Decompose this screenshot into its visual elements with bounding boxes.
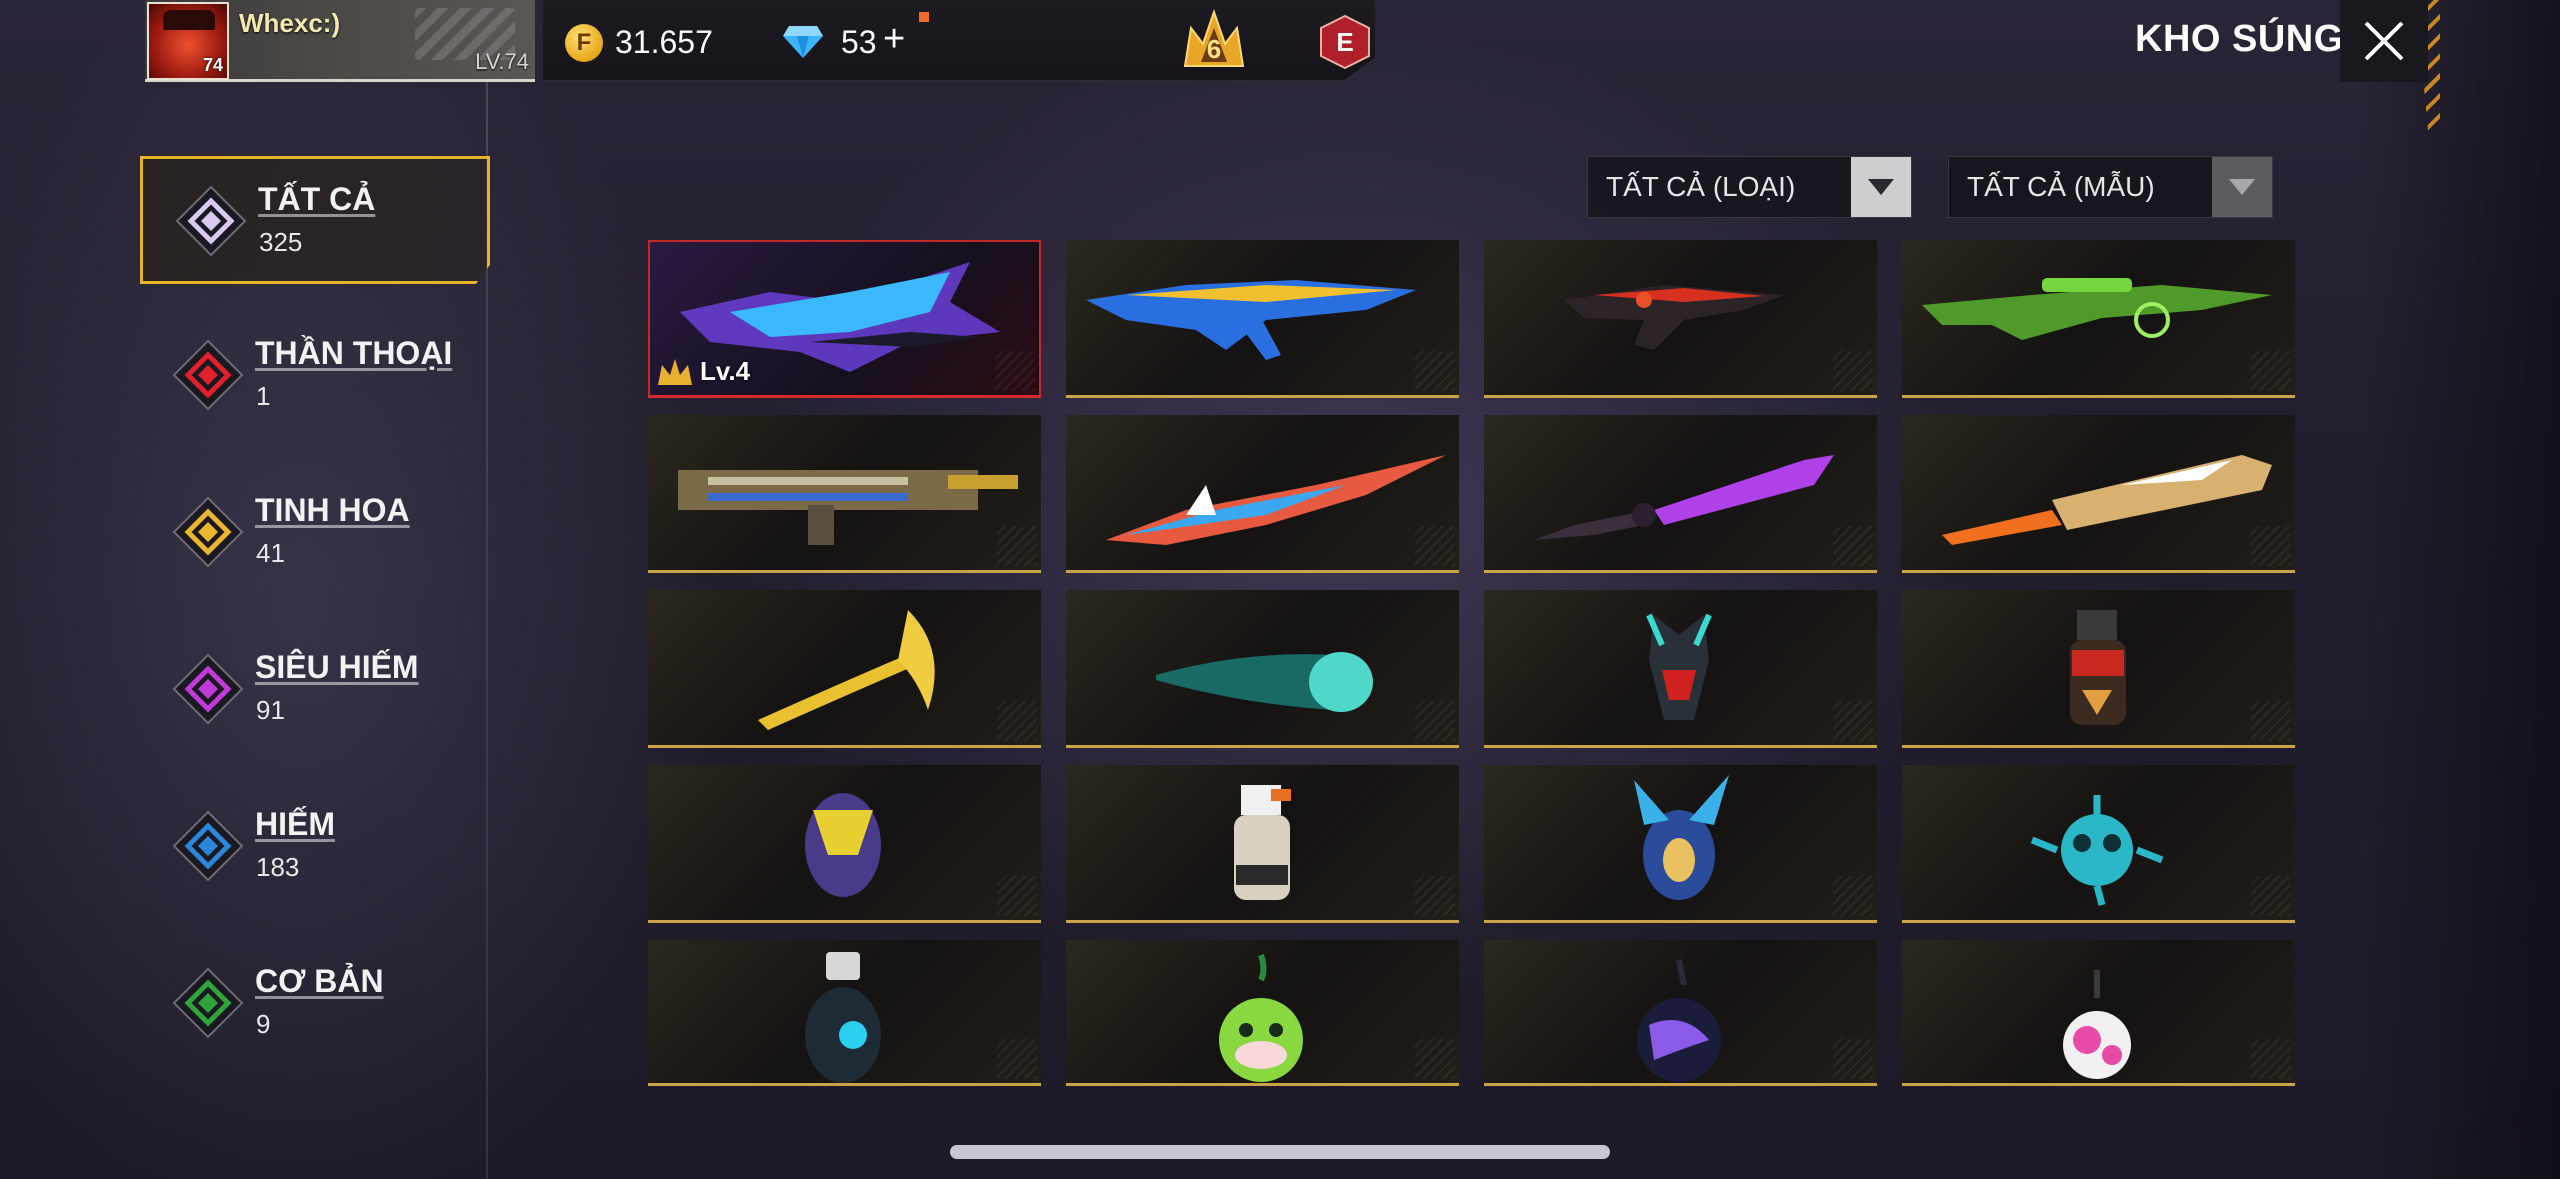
top-bar: 74 Whexc:) LV.74 F 31.657 53 + 6 E [145,0,1375,82]
avatar[interactable]: 74 [147,2,229,80]
weapon-tile[interactable] [1902,240,2295,398]
category-count: 183 [256,852,300,882]
white-canister-grenade-icon [1234,785,1291,900]
category-label: SIÊU HIẾM [255,649,419,685]
category-label: TẤT CẢ [258,181,376,217]
close-button[interactable] [2340,0,2428,82]
level-badge: Lv.4 [656,356,750,387]
gold-coin-icon: F [565,24,603,62]
page-title: KHO SÚNG [2135,18,2344,60]
evo-crown-icon [658,358,692,385]
purple-sword-icon [1534,455,1834,540]
weapon-tile[interactable] [1484,240,1877,398]
category-label: TINH HOA [255,492,410,528]
weapon-tile[interactable] [1484,940,1877,1086]
close-icon [2364,21,2404,61]
weapon-tile[interactable] [1484,415,1877,573]
weapon-tile[interactable]: Lv.4 [648,240,1041,398]
weapon-tile[interactable] [648,590,1041,748]
category-item[interactable]: SIÊU HIẾM 91 [140,627,490,755]
weapon-tile[interactable] [1902,765,2295,923]
notification-dot [919,12,929,22]
weapon-tile[interactable] [648,940,1041,1086]
weapon-tile[interactable] [1902,415,2295,573]
category-count: 41 [256,538,285,568]
currency-bar: F 31.657 53 + 6 E [543,0,1375,82]
rarity-diamond-icon [172,339,244,411]
chevron-down-icon [2229,179,2255,195]
cricket-bat-icon [1942,455,2272,545]
blue-red-blade-icon [1106,455,1446,545]
rarity-diamond-icon [175,185,247,257]
weapon-tile[interactable] [1066,415,1459,573]
style-filter-label: TẤT CẢ (MẪU) [1967,171,2155,202]
teal-fist-icon [1156,652,1373,712]
rarity-diamond-icon [172,653,244,725]
rarity-diamond-icon [172,496,244,568]
crown-rank-number: 6 [1207,34,1221,64]
type-filter-label: TẤT CẢ (LOẠI) [1606,171,1796,202]
weapon-tile[interactable] [1066,240,1459,398]
blue-gold-rifle-icon [1086,280,1416,360]
level-badge-text: Lv.4 [700,356,751,386]
elite-letter: E [1336,27,1353,57]
green-sniper-icon [1922,278,2272,340]
weapon-tile[interactable] [1484,590,1877,748]
category-label: CƠ BẢN [255,963,384,999]
frog-grenade-icon [1219,954,1303,1082]
blue-horned-grenade-icon [1634,775,1729,900]
category-count: 9 [256,1009,271,1039]
rarity-diamond-icon [172,967,244,1039]
type-filter-arrow[interactable] [1851,157,1911,217]
weapon-tile[interactable] [1484,765,1877,923]
background-vignette [2360,0,2560,1179]
chevron-down-icon [1868,179,1894,195]
category-count: 91 [256,695,285,725]
category-label: HIẾM [255,806,335,842]
player-profile[interactable]: 74 Whexc:) LV.74 [145,0,535,82]
category-count: 1 [256,381,271,411]
weapon-tile[interactable] [648,765,1041,923]
gift-cloud-icon[interactable] [1429,8,1499,74]
teal-spiky-grenade-icon [2030,795,2164,906]
crown-rank-icon[interactable]: 6 [1179,8,1249,74]
style-filter-dropdown[interactable]: TẤT CẢ (MẪU) [1948,156,2273,218]
weapon-tile[interactable] [1902,940,2295,1086]
avatar-level: 74 [202,55,223,75]
diamond-balance: 53 [841,24,877,60]
type-filter-dropdown[interactable]: TẤT CẢ (LOẠI) [1587,156,1912,218]
category-count: 325 [259,227,303,257]
category-item[interactable]: CƠ BẢN 9 [140,941,490,1069]
weapon-tile[interactable] [1066,940,1459,1086]
category-item[interactable]: THẦN THOẠI 1 [140,313,490,441]
dark-tech-grenade-icon [805,952,881,1083]
red-canister-grenade-icon [2070,610,2126,725]
weapon-tile[interactable] [1066,590,1459,748]
weapon-tile[interactable] [648,415,1041,573]
coin-balance: 31.657 [615,24,713,60]
gold-purple-grenade-icon [805,793,881,897]
golden-scythe-icon [758,610,935,730]
category-item[interactable]: TINH HOA 41 [140,470,490,598]
red-skull-grenade-icon [1646,613,1712,720]
diamond-icon [783,26,823,58]
weapon-tile[interactable] [1066,765,1459,923]
purple-bomb-icon [1637,959,1721,1082]
weapon-grid: Lv.4 [648,240,2295,1086]
topup-button[interactable]: + [883,18,905,61]
category-label: THẦN THOẠI [255,335,453,371]
weapon-tile[interactable] [1902,590,2295,748]
gold-heavy-rifle-icon [678,470,1018,545]
style-filter-arrow[interactable] [2212,157,2272,217]
horizontal-scrollbar[interactable] [950,1145,1610,1159]
pink-bomb-icon [2063,970,2131,1079]
category-item[interactable]: HIẾM 183 [140,784,490,912]
elite-pass-icon[interactable]: E [1319,14,1371,70]
player-name: Whexc:) [239,8,341,38]
rarity-diamond-icon [172,810,244,882]
black-red-rifle-icon [1564,285,1784,350]
category-item[interactable]: TẤT CẢ 325 [140,156,490,284]
player-level: LV.74 [475,49,529,74]
